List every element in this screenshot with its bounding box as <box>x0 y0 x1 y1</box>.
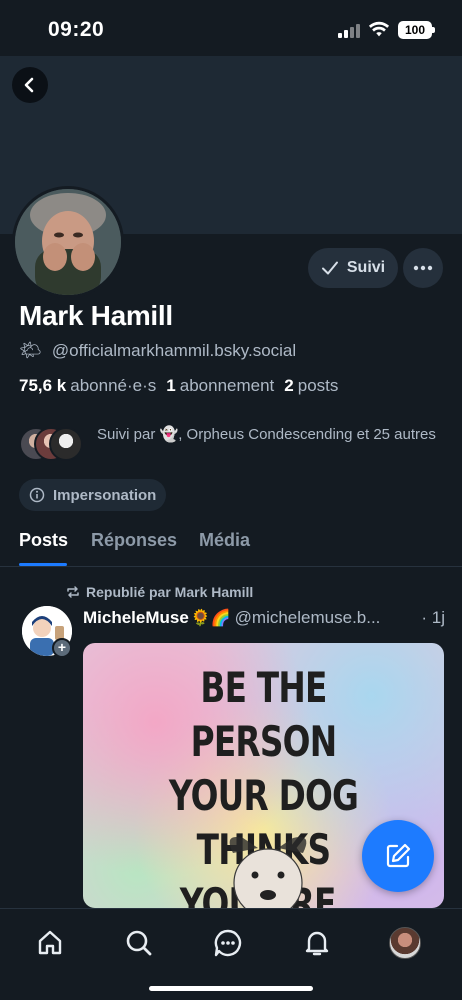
avatar <box>389 927 421 959</box>
battery-icon: 100 <box>398 21 435 39</box>
following-stat[interactable]: 1 abonnement <box>166 376 274 396</box>
repost-indicator[interactable]: Republié par Mark Hamill <box>66 584 253 600</box>
repost-text: Republié par Mark Hamill <box>86 584 254 600</box>
bell-icon <box>305 931 329 956</box>
followers-count: 75,6 k <box>19 376 67 395</box>
wifi-icon <box>368 21 390 37</box>
chat-icon <box>214 929 242 957</box>
followed-by-text: Suivi par 👻, Orpheus Condescending et 25… <box>97 426 436 443</box>
post-author-name[interactable]: MicheleMuse <box>83 608 189 628</box>
following-label: abonnement <box>179 376 275 395</box>
posts-label: posts <box>297 376 339 395</box>
info-icon <box>29 487 45 503</box>
following-button-label: Suivi <box>346 259 386 276</box>
post-image-line: BE THE PERSON <box>190 663 338 766</box>
follow-plus-icon[interactable]: + <box>52 638 72 658</box>
search-icon <box>126 930 152 956</box>
nav-home[interactable] <box>30 923 70 963</box>
ellipsis-icon <box>413 265 433 271</box>
status-bar: 09:20 100 <box>0 0 462 56</box>
post-timestamp: · 1j <box>421 608 445 627</box>
nav-notifications[interactable] <box>297 923 337 963</box>
signal-icon <box>338 24 360 38</box>
profile-tabs: Posts Réponses Média <box>0 520 462 567</box>
status-time: 09:20 <box>48 18 105 41</box>
repost-icon <box>67 586 79 598</box>
profile-handle-row: 🌤 @officialmarkhammil.bsky.social <box>19 340 296 361</box>
check-icon <box>321 261 338 275</box>
impersonation-text: Impersonation <box>53 486 157 504</box>
posts-count: 2 <box>284 376 294 395</box>
known-followers[interactable]: Suivi par 👻, Orpheus Condescending et 25… <box>19 425 449 463</box>
nav-search[interactable] <box>119 923 159 963</box>
compose-icon <box>386 843 411 868</box>
followers-label: abonné·e·s <box>70 376 157 395</box>
home-indicator <box>149 986 313 991</box>
following-button[interactable]: Suivi <box>308 248 398 288</box>
tab-replies[interactable]: Réponses <box>91 530 177 551</box>
chevron-left-icon <box>24 77 34 93</box>
compose-button[interactable] <box>362 820 434 892</box>
posts-stat: 2 posts <box>284 376 338 396</box>
avatar <box>49 427 83 461</box>
more-options-button[interactable] <box>403 248 443 288</box>
post-author-handle[interactable]: @michelemuse.b... <box>235 608 381 628</box>
profile-stats: 75,6 k abonné·e·s 1 abonnement 2 posts <box>19 376 338 396</box>
home-icon <box>38 930 62 955</box>
tab-media[interactable]: Média <box>199 530 250 551</box>
following-count: 1 <box>166 376 176 395</box>
dog-illustration <box>229 837 307 908</box>
profile-handle: @officialmarkhammil.bsky.social <box>51 340 297 360</box>
nav-chat[interactable] <box>208 923 248 963</box>
profile-avatar[interactable] <box>12 186 124 298</box>
profile-display-name: Mark Hamill <box>19 300 173 331</box>
post-header: MicheleMuse 🌻🌈 @michelemuse.b... · 1j <box>83 608 445 628</box>
known-followers-avatars <box>19 425 83 463</box>
impersonation-label[interactable]: Impersonation <box>19 479 167 511</box>
active-tab-indicator <box>19 563 67 566</box>
tab-posts[interactable]: Posts <box>19 530 68 551</box>
followers-stat[interactable]: 75,6 k abonné·e·s <box>19 376 156 396</box>
back-button[interactable] <box>12 67 48 103</box>
nav-profile[interactable] <box>385 923 425 963</box>
post-author-emojis: 🌻🌈 <box>190 610 231 627</box>
handle-emoji: 🌤 <box>19 340 42 360</box>
